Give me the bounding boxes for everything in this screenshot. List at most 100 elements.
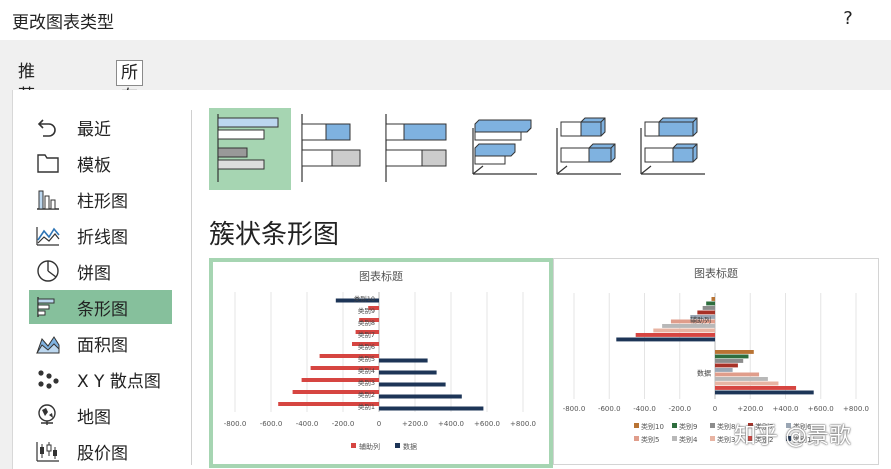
dialog-title: 更改图表类型 xyxy=(12,13,114,33)
sidebar-item-label: 模板 xyxy=(77,156,111,176)
legend-label: 类别9 xyxy=(679,422,697,431)
sidebar-item-recent[interactable]: 最近 xyxy=(29,110,172,144)
category-label: 类别2 xyxy=(358,390,375,399)
bar xyxy=(715,372,760,377)
subtype-3d-stacked-bar[interactable] xyxy=(545,108,627,190)
subtype-3d-clustered-bar[interactable] xyxy=(461,108,543,190)
category-label: 类别6 xyxy=(358,342,375,351)
bar xyxy=(715,386,797,390)
bar xyxy=(715,359,744,363)
sidebar-item-bar[interactable]: 条形图 xyxy=(29,290,172,324)
category-label: 类别7 xyxy=(358,330,375,339)
subtype-clustered-bar[interactable] xyxy=(209,108,291,190)
legend-label: 类别5 xyxy=(641,435,659,444)
bar xyxy=(702,306,715,310)
bar xyxy=(715,381,779,386)
sidebar-item-label: X Y 散点图 xyxy=(77,372,161,392)
category-label: 类别4 xyxy=(358,366,375,375)
legend-swatch xyxy=(710,423,715,428)
x-tick-label: -600.0 xyxy=(598,405,621,413)
bar xyxy=(379,370,437,375)
chart-title: 图表标题 xyxy=(359,269,403,283)
3d-100-stacked-bar-icon xyxy=(640,117,705,175)
line-chart-icon xyxy=(36,227,60,246)
bar xyxy=(715,350,754,354)
legend-label: 类别8 xyxy=(717,422,735,431)
bar xyxy=(715,368,733,372)
sidebar-item-label: 条形图 xyxy=(77,300,128,320)
bar xyxy=(379,358,428,363)
bar xyxy=(706,301,715,306)
divider xyxy=(191,110,192,465)
sidebar-item-label: 饼图 xyxy=(77,264,111,284)
chart-type-heading: 簇状条形图 xyxy=(209,220,340,250)
category-label: 类别10 xyxy=(354,294,375,303)
legend-swatch xyxy=(672,436,677,441)
legend-label: 类别3 xyxy=(717,435,735,444)
help-button[interactable]: ? xyxy=(838,8,858,29)
subtype-100-stacked-bar[interactable] xyxy=(377,108,459,190)
template-icon xyxy=(37,154,59,173)
category-label: 类别8 xyxy=(358,318,375,327)
sidebar-item-area[interactable]: 面积图 xyxy=(29,326,172,360)
x-tick-label: -600.0 xyxy=(260,420,283,428)
subtype-stacked-bar[interactable] xyxy=(293,108,375,190)
chart-type-panel: 最近 模板 柱形图 折线图 饼图 条形图 面积图 X Y 散点图 地图 股价图 … xyxy=(12,90,891,469)
area-chart-icon xyxy=(36,336,60,354)
3d-clustered-bar-icon xyxy=(472,119,537,175)
100-stacked-bar-icon xyxy=(385,114,447,182)
sidebar-item-column[interactable]: 柱形图 xyxy=(29,182,172,216)
legend-label: 数据 xyxy=(403,442,417,451)
bar xyxy=(379,382,446,387)
subtype-3d-100-stacked-bar[interactable] xyxy=(629,108,711,190)
legend-swatch xyxy=(395,443,400,448)
x-tick-label: -200.0 xyxy=(668,405,691,413)
sidebar-item-pie[interactable]: 饼图 xyxy=(29,254,172,288)
sidebar-item-label: 地图 xyxy=(77,408,111,428)
x-tick-label: 0 xyxy=(377,420,381,428)
category-label: 类别5 xyxy=(358,354,375,363)
x-tick-label: -200.0 xyxy=(332,420,355,428)
legend-label: 类别4 xyxy=(679,435,698,444)
chart-preview-svg: 图表标题 -800.0 -600.0 -400.0 -200.0 0 +200.0 +400.… xyxy=(224,269,536,451)
x-tick-label: -800.0 xyxy=(224,420,247,428)
tab-all-charts[interactable]: 所有图表 xyxy=(116,60,143,155)
legend-label: 类别10 xyxy=(641,422,664,431)
tab-recommended[interactable]: 推荐的图表 xyxy=(14,60,39,178)
x-tick-label: +600.0 xyxy=(474,420,500,428)
legend-swatch xyxy=(710,436,715,441)
category-label: 类别9 xyxy=(358,306,375,315)
bar xyxy=(616,337,715,342)
sidebar-item-scatter[interactable]: X Y 散点图 xyxy=(29,362,172,396)
legend-swatch xyxy=(351,443,356,448)
category-label: 类别3 xyxy=(358,378,375,387)
x-tick-label: +600.0 xyxy=(808,405,834,413)
x-tick-label: 0 xyxy=(713,405,717,413)
x-tick-label: +800.0 xyxy=(510,420,536,428)
category-label: 类别1 xyxy=(358,402,375,411)
map-chart-icon xyxy=(38,404,56,425)
x-tick-label: +400.0 xyxy=(438,420,464,428)
sidebar-item-stock[interactable]: 股价图 xyxy=(29,434,172,468)
bar xyxy=(715,363,738,368)
sidebar-item-line[interactable]: 折线图 xyxy=(29,218,172,252)
x-tick-label: -400.0 xyxy=(633,405,656,413)
recent-icon xyxy=(37,119,56,137)
stock-chart-icon xyxy=(36,442,59,462)
column-chart-icon xyxy=(37,190,59,210)
bar xyxy=(715,354,749,359)
legend-swatch xyxy=(634,436,639,441)
x-tick-label: +200.0 xyxy=(402,420,428,428)
legend-swatch xyxy=(672,423,677,428)
bar xyxy=(653,328,715,333)
bar xyxy=(379,394,462,399)
sidebar-item-templates[interactable]: 模板 xyxy=(29,146,172,180)
chart-preview-1[interactable]: 图表标题 -800.0 -600.0 -400.0 -200.0 0 +200.0 +400.… xyxy=(209,258,553,468)
bar xyxy=(715,390,814,395)
title-bar: 更改图表类型 ? xyxy=(0,0,891,40)
sidebar-item-label: 最近 xyxy=(77,120,111,140)
sidebar-item-map[interactable]: 地图 xyxy=(29,398,172,432)
bar xyxy=(379,406,484,411)
legend-swatch xyxy=(634,423,639,428)
sidebar-item-label: 折线图 xyxy=(77,228,128,248)
